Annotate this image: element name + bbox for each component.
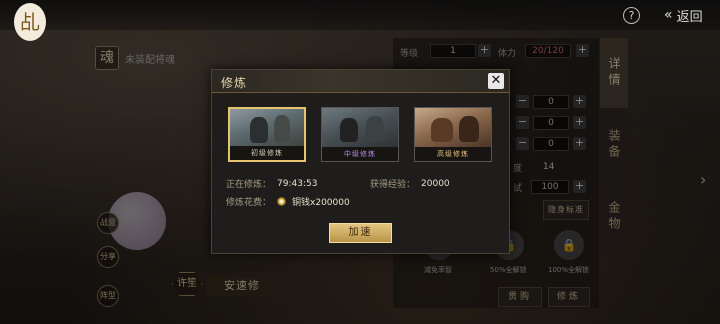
training-option-intermediate[interactable]: 中级修炼 [321, 107, 399, 162]
exp-label: 获得经验： [370, 180, 416, 190]
basic-training-image [230, 109, 304, 146]
training-time-value: 79:43:53 [277, 178, 318, 189]
top-bar: 乩 ? « 返回 [0, 0, 720, 41]
dialog-header: 修炼 ✕ [212, 70, 509, 93]
training-dialog: 修炼 ✕ 初级修炼 中级修炼 高级修炼 正在修炼： 79:43:53 获得经验：… [211, 69, 510, 254]
dialog-title: 修炼 [221, 76, 248, 90]
cost-value: 铜钱x200000 [292, 198, 350, 208]
back-button[interactable]: « 返回 [664, 5, 703, 25]
cost-row: 修炼花费： 铜钱x200000 [226, 195, 350, 208]
chevron-left-icon: « [664, 7, 673, 23]
copper-coin-icon [277, 197, 287, 206]
training-time-row: 正在修炼： 79:43:53 [226, 177, 318, 191]
accelerate-button[interactable]: 加速 [329, 223, 392, 243]
intermediate-training-image [322, 108, 398, 147]
intermediate-training-caption: 中级修炼 [322, 147, 398, 161]
help-icon[interactable]: ? [623, 7, 640, 24]
training-option-basic[interactable]: 初级修炼 [228, 107, 306, 162]
training-options: 初级修炼 中级修炼 高级修炼 [228, 107, 492, 162]
advanced-training-caption: 高级修炼 [415, 147, 491, 161]
exp-row: 获得经验： 20000 [370, 177, 450, 191]
advanced-training-image [415, 108, 491, 147]
back-label: 返回 [676, 9, 703, 25]
game-logo-icon: 乩 [14, 3, 46, 41]
close-icon[interactable]: ✕ [488, 73, 504, 89]
exp-value: 20000 [421, 178, 450, 189]
cost-label: 修炼花费： [226, 198, 272, 208]
training-option-advanced[interactable]: 高级修炼 [414, 107, 492, 162]
training-time-label: 正在修炼： [226, 180, 272, 190]
basic-training-caption: 初级修炼 [230, 146, 304, 160]
